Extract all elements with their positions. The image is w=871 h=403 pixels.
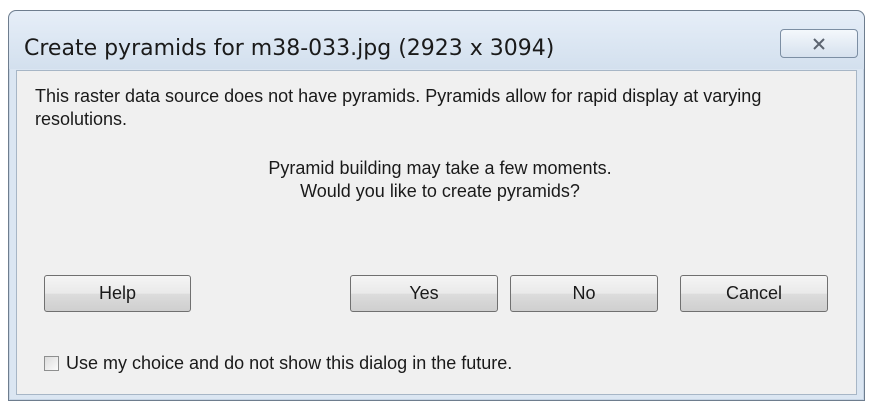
remember-choice-option[interactable]: Use my choice and do not show this dialo…: [44, 353, 512, 374]
close-button[interactable]: [780, 29, 858, 58]
close-x-icon: [813, 37, 825, 50]
yes-button[interactable]: Yes: [350, 275, 498, 312]
remember-choice-label[interactable]: Use my choice and do not show this dialo…: [66, 353, 512, 374]
question-message: Pyramid building may take a few moments.…: [180, 157, 700, 203]
help-button[interactable]: Help: [44, 275, 191, 312]
cancel-button[interactable]: Cancel: [680, 275, 828, 312]
info-message: This raster data source does not have py…: [35, 86, 762, 129]
question-line-1: Pyramid building may take a few moments.: [268, 158, 612, 178]
window-title: Create pyramids for m38-033.jpg (2923 x …: [24, 36, 555, 61]
question-line-2: Would you like to create pyramids?: [300, 181, 580, 201]
remember-choice-checkbox[interactable]: [44, 356, 59, 371]
no-button[interactable]: No: [510, 275, 658, 312]
title-bar[interactable]: Create pyramids for m38-033.jpg (2923 x …: [9, 11, 864, 69]
dialog-window: Create pyramids for m38-033.jpg (2923 x …: [8, 10, 865, 401]
